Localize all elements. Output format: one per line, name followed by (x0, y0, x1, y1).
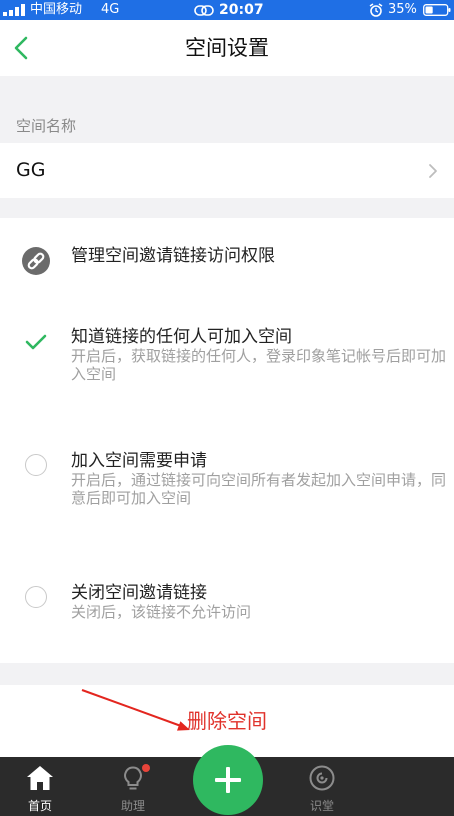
battery-fill (425, 6, 433, 14)
swirl-icon (309, 765, 335, 791)
tab-assistant[interactable]: 助理 (93, 757, 173, 816)
clock-time: 20:07 (219, 2, 264, 18)
tab-label: 助理 (120, 799, 145, 813)
signal-icon (3, 4, 25, 16)
chevron-right-icon (429, 164, 437, 178)
create-button[interactable] (193, 745, 263, 815)
network-type: 4G (101, 2, 120, 17)
checkmark-icon (25, 334, 47, 350)
battery-icon (423, 4, 451, 16)
option-anyone-with-link[interactable]: 知道链接的任何人可加入空间 开启后，获取链接的任何人，登录印象笔记帐号后即可加入… (0, 327, 454, 383)
tab-zhitang[interactable]: 识堂 (282, 757, 362, 816)
space-name-label: 空间名称 (16, 117, 77, 135)
nav-bar: 空间设置 (0, 20, 454, 76)
option-indicator (24, 454, 48, 478)
option-request-to-join[interactable]: 加入空间需要申请 开启后，通过链接可向空间所有者发起加入空间申请，同意后即可加入… (0, 451, 454, 507)
invite-access-section: 管理空间邀请链接访问权限 知道链接的任何人可加入空间 开启后，获取链接的任何人，… (0, 218, 454, 663)
battery-percent: 35% (388, 2, 417, 17)
notification-dot (142, 764, 150, 772)
status-bar: 中国移动 4G 20:07 35% (0, 0, 454, 20)
radio-circle-icon (25, 454, 47, 476)
option-description: 开启后，通过链接可向空间所有者发起加入空间申请，同意后即可加入空间 (71, 471, 447, 507)
plus-icon (215, 767, 241, 793)
alarm-icon (369, 3, 383, 17)
option-description: 关闭后，该链接不允许访问 (71, 603, 252, 621)
radio-circle-icon (25, 586, 47, 608)
option-title: 关闭空间邀请链接 (71, 583, 207, 603)
tab-home[interactable]: 首页 (0, 757, 80, 816)
space-name-row[interactable]: GG (0, 143, 454, 198)
tab-label: 首页 (27, 799, 52, 813)
carrier-name: 中国移动 (30, 2, 83, 17)
link-icon (22, 247, 50, 275)
option-close-invite-link[interactable]: 关闭空间邀请链接 关闭后，该链接不允许访问 (0, 583, 454, 621)
space-name-value: GG (16, 159, 46, 181)
option-indicator (24, 330, 48, 354)
option-description: 开启后，获取链接的任何人，登录印象笔记帐号后即可加入空间 (71, 347, 447, 383)
tab-label: 识堂 (309, 799, 334, 813)
option-title: 加入空间需要申请 (71, 451, 207, 471)
link-icon (194, 5, 214, 16)
option-indicator (24, 586, 48, 610)
home-icon (27, 766, 53, 790)
page-title: 空间设置 (185, 36, 269, 60)
option-title: 知道链接的任何人可加入空间 (71, 327, 292, 347)
section-heading: 管理空间邀请链接访问权限 (71, 246, 275, 266)
